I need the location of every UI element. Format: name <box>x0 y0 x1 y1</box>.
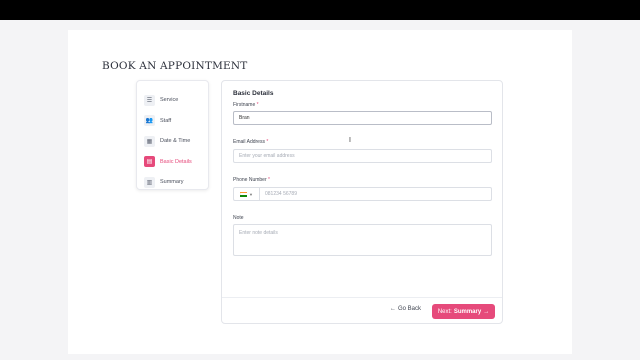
phone-label: Phone Number * <box>233 177 270 183</box>
go-back-button[interactable]: ← Go Back <box>390 306 421 312</box>
basic-details-panel: Basic Details Firstname * Bran Email Add… <box>221 80 503 324</box>
next-summary-button[interactable]: Next: Summary → <box>432 304 495 319</box>
phone-field: ▼ 081234 56789 <box>233 187 492 201</box>
note-label: Note <box>233 215 244 221</box>
step-label: Basic Details <box>160 158 192 165</box>
step-label: Date & Time <box>160 138 191 145</box>
summary-icon: ▥ <box>144 176 155 188</box>
panel-title: Basic Details <box>233 90 274 97</box>
step-label: Staff <box>160 117 172 124</box>
step-staff[interactable]: 👥 Staff <box>137 111 208 132</box>
email-input[interactable]: Enter your email address <box>233 149 492 163</box>
calendar-icon: ▦ <box>144 135 155 147</box>
phone-input[interactable]: 081234 56789 <box>260 191 297 197</box>
step-label: Summary <box>160 179 184 186</box>
list-icon: ☰ <box>144 94 155 106</box>
id-card-icon: ▤ <box>144 156 155 168</box>
step-date-time[interactable]: ▦ Date & Time <box>137 131 208 152</box>
step-summary[interactable]: ▥ Summary <box>137 172 208 193</box>
firstname-label: Firstname * <box>233 102 259 108</box>
text-cursor-icon: I <box>349 137 351 144</box>
country-selector[interactable]: ▼ <box>234 188 260 200</box>
chevron-down-icon: ▼ <box>249 191 253 197</box>
footer-divider <box>222 297 502 298</box>
step-basic-details[interactable]: ▤ Basic Details <box>137 152 208 173</box>
steps-sidebar: ☰ Service 👥 Staff ▦ Date & Time ▤ Basic … <box>136 80 209 190</box>
page-title: BOOK AN APPOINTMENT <box>102 60 248 72</box>
firstname-input[interactable]: Bran <box>233 111 492 125</box>
india-flag-icon <box>240 191 248 197</box>
note-textarea[interactable]: Enter note details <box>233 224 492 256</box>
step-service[interactable]: ☰ Service <box>137 90 208 111</box>
main-content: BOOK AN APPOINTMENT ☰ Service 👥 Staff ▦ … <box>68 30 572 354</box>
users-icon: 👥 <box>144 115 155 127</box>
arrow-right-icon: → <box>483 308 490 315</box>
app-screen: BOOK AN APPOINTMENT ☰ Service 👥 Staff ▦ … <box>0 20 640 360</box>
arrow-left-icon: ← <box>390 306 396 312</box>
step-label: Service <box>160 97 179 104</box>
email-label: Email Address * <box>233 139 269 145</box>
